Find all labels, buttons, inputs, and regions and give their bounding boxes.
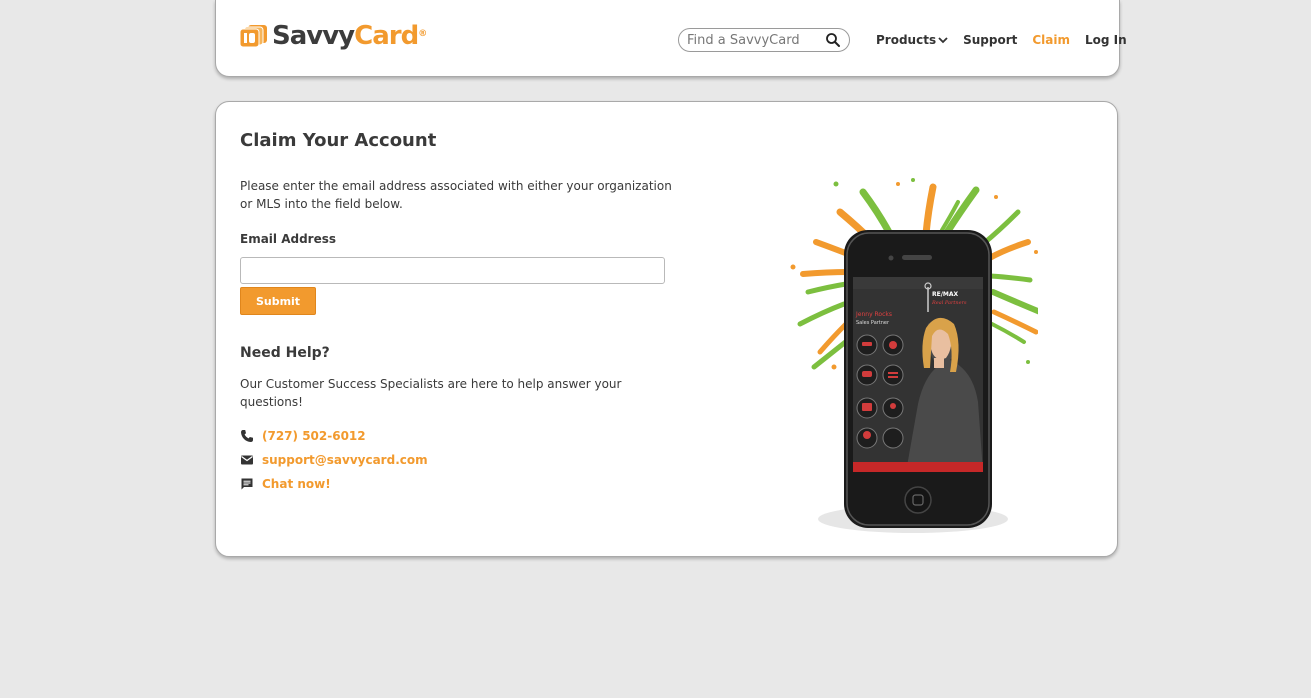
page-title: Claim Your Account: [240, 130, 437, 151]
intro-text: Please enter the email address associate…: [240, 179, 672, 211]
email-link[interactable]: support@savvycard.com: [240, 453, 428, 467]
help-text: Our Customer Success Specialists are her…: [240, 377, 622, 409]
phone-brand-sub: Real Partners: [931, 300, 967, 306]
nav-products-label: Products: [876, 33, 937, 47]
chat-now: Chat now!: [262, 477, 331, 491]
support-email: support@savvycard.com: [262, 453, 428, 467]
email-label: Email Address: [240, 232, 337, 246]
nav-login-label: Log In: [1085, 33, 1127, 47]
phone-icon: [241, 430, 253, 442]
envelope-icon: [241, 455, 253, 465]
nav-claim-label: Claim: [1032, 33, 1070, 47]
phone-number: (727) 502-6012: [262, 429, 366, 443]
help-title: Need Help?: [240, 345, 330, 361]
savvycard-logo[interactable]: SavvyCard®: [240, 21, 427, 51]
submit-button[interactable]: Submit: [240, 287, 316, 315]
claim-card: Claim Your Account Please enter the emai…: [215, 101, 1118, 557]
nav-login[interactable]: Log In: [1085, 33, 1127, 47]
chat-link[interactable]: Chat now!: [240, 477, 331, 491]
search-input[interactable]: [687, 32, 822, 48]
nav-support[interactable]: Support: [963, 33, 1017, 47]
nav-products[interactable]: Products: [876, 33, 948, 47]
nav-support-label: Support: [963, 33, 1018, 47]
phone-illustration: RE/MAX Real Partners Jenny Rocks Sales P…: [790, 178, 1038, 533]
search-icon[interactable]: [825, 32, 841, 48]
phone-person-name: Jenny Rocks: [855, 311, 892, 318]
search-box: [678, 28, 850, 52]
phone-brand: RE/MAX: [932, 291, 959, 298]
registered-mark: ®: [418, 29, 427, 39]
email-field[interactable]: [240, 257, 665, 284]
site-header: SavvyCard® Products Support Claim: [215, 0, 1127, 77]
phone-person-title: Sales Partner: [856, 320, 890, 326]
phone-link[interactable]: (727) 502-6012: [240, 429, 366, 443]
logo-text-card: Card: [354, 21, 419, 51]
chat-icon: [241, 478, 253, 490]
page: SavvyCard® Products Support Claim: [8, 0, 1311, 698]
logo-text-savvy: Savvy: [272, 21, 355, 51]
nav-claim[interactable]: Claim: [1032, 33, 1070, 47]
chevron-down-icon: [938, 37, 948, 44]
card-logo-icon: [240, 25, 267, 47]
main-nav: Products Support Claim Log In: [876, 33, 1127, 47]
